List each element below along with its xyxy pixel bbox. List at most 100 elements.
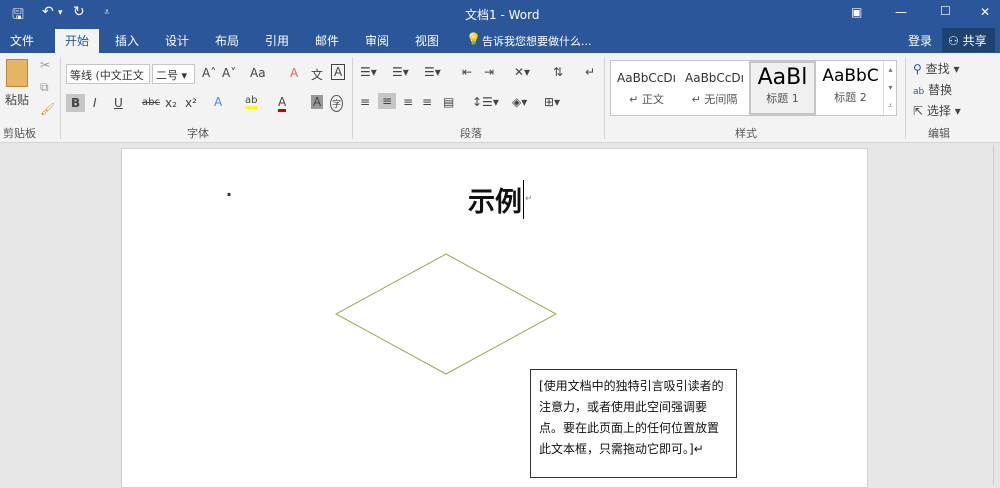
subscript-button[interactable]: x₂	[165, 96, 177, 110]
style-no-spacing[interactable]: AaBbCcDı ↵ 无间隔	[681, 61, 748, 115]
style-preview: AaBbCcDı	[617, 71, 676, 85]
numbering-button[interactable]: ☰▾	[392, 65, 409, 79]
redo-icon[interactable]: ↻	[73, 4, 85, 20]
borders-button[interactable]: ⊞▾	[544, 95, 560, 109]
tab-mailings[interactable]: 邮件	[315, 32, 339, 49]
style-heading-1[interactable]: AaBl 标题 1	[749, 61, 816, 115]
tab-file[interactable]: 文件	[10, 32, 34, 49]
select-label: 选择	[926, 104, 951, 118]
tab-references[interactable]: 引用	[265, 32, 289, 49]
multilevel-list-button[interactable]: ☰▾	[424, 65, 441, 79]
italic-button[interactable]: I	[93, 96, 97, 110]
select-button[interactable]: ⇱ 选择 ▾	[913, 102, 961, 119]
quote-text-box[interactable]: [使用文档中的独特引言吸引读者的注意力，或者使用此空间强调要点。要在此页面上的任…	[530, 369, 737, 478]
save-icon[interactable]: 🖫	[12, 4, 24, 28]
bold-button[interactable]: B	[66, 94, 86, 112]
shrink-font-button[interactable]: A˅	[222, 66, 236, 80]
minimize-button[interactable]: —	[895, 5, 907, 19]
enclose-characters-button[interactable]: 字	[330, 95, 344, 112]
underline-button[interactable]: U	[114, 96, 123, 110]
diamond-outline[interactable]	[334, 253, 558, 375]
align-left-button[interactable]: ≡	[360, 95, 370, 109]
vertical-scrollbar[interactable]	[993, 145, 1000, 485]
ribbon-home: 粘贴 ✂ ⧉ 🖌 剪贴板 等线 (中文正文 二号 ▾ A˄ A˅ Aa A 文 …	[0, 53, 1000, 143]
undo-icon[interactable]: ↶	[42, 4, 54, 20]
paste-icon[interactable]	[6, 59, 28, 87]
tab-home[interactable]: 开始	[55, 29, 100, 53]
tab-design[interactable]: 设计	[165, 32, 189, 49]
title-bar: 🖫 ↶ ▾ ↻ ⩡ 文档1 - Word ▣ — ☐ ✕	[0, 0, 1000, 27]
style-heading-2[interactable]: AaBbC 标题 2	[817, 61, 884, 115]
styles-scroll[interactable]: ▴ ▾ ⩡	[883, 61, 897, 115]
asian-layout-button[interactable]: ✕▾	[514, 65, 530, 79]
find-label: 查找	[925, 62, 950, 76]
style-normal[interactable]: AaBbCcDı ↵ 正文	[613, 61, 680, 115]
diamond-shape[interactable]	[334, 253, 558, 377]
window-title: 文档1 - Word	[465, 8, 540, 22]
customize-toolbar-icon[interactable]: ⩡	[104, 7, 110, 18]
increase-indent-button[interactable]: ⇥	[484, 65, 494, 79]
strikethrough-button[interactable]: abc	[142, 97, 160, 108]
phonetic-guide-button[interactable]: 文	[311, 66, 323, 83]
bullet-mark: ·	[226, 185, 233, 204]
align-right-button[interactable]: ≡	[403, 95, 413, 109]
character-border-button[interactable]: A	[331, 64, 346, 80]
font-name-select[interactable]: 等线 (中文正文	[66, 64, 150, 84]
tell-me-input[interactable]: 告诉我您想要做什么...	[482, 33, 592, 49]
tab-view[interactable]: 视图	[415, 32, 439, 49]
font-size-value: 二号	[156, 69, 178, 82]
share-button[interactable]: ⚇ 共享	[942, 28, 995, 52]
style-name: 标题 2	[834, 91, 867, 104]
text-box-content[interactable]: [使用文档中的独特引言吸引读者的注意力，或者使用此空间强调要点。要在此页面上的任…	[539, 379, 724, 456]
character-shading-button[interactable]: A	[311, 95, 324, 109]
divider	[352, 57, 353, 139]
show-marks-button[interactable]: ↵	[585, 65, 595, 79]
copy-icon[interactable]: ⧉	[40, 80, 49, 95]
tab-insert[interactable]: 插入	[115, 32, 139, 49]
justify-button[interactable]: ≡	[422, 95, 432, 109]
style-preview: AaBbCcDı	[685, 71, 744, 85]
document-page[interactable]: · 示例 ↵	[121, 148, 868, 488]
paragraph-group-label: 段落	[460, 127, 482, 140]
decrease-indent-button[interactable]: ⇤	[462, 65, 472, 79]
sort-button[interactable]: ⇅	[553, 65, 563, 79]
lightbulb-icon: 💡	[466, 32, 481, 46]
sign-in-link[interactable]: 登录	[908, 32, 932, 49]
find-button[interactable]: ⚲ 查找 ▾	[913, 60, 959, 77]
divider	[60, 57, 61, 139]
text-effects-button[interactable]: A	[214, 95, 222, 109]
ribbon-tabs: 文件 开始 插入 设计 布局 引用 邮件 审阅 视图 💡 告诉我您想要做什么..…	[0, 27, 1000, 53]
clipboard-group-label: 剪贴板	[3, 127, 36, 140]
tab-layout[interactable]: 布局	[215, 32, 239, 49]
grow-font-button[interactable]: A˄	[202, 66, 216, 80]
font-group-label: 字体	[187, 127, 209, 140]
style-name: 标题 1	[766, 92, 799, 105]
format-painter-icon[interactable]: 🖌	[40, 102, 55, 116]
replace-icon: ab	[913, 87, 925, 97]
shading-button[interactable]: ◈▾	[512, 95, 527, 109]
superscript-button[interactable]: x²	[185, 96, 197, 110]
line-spacing-button[interactable]: ↕☰▾	[472, 95, 499, 109]
clear-formatting-button[interactable]: A	[290, 66, 298, 80]
share-label: 共享	[962, 34, 987, 48]
paragraph-mark: ↵	[525, 194, 533, 204]
highlight-button[interactable]: ab	[245, 95, 258, 109]
style-name: ↵ 正文	[629, 93, 664, 106]
ribbon-display-options-icon[interactable]: ▣	[851, 5, 862, 19]
search-icon: ⚲	[913, 62, 922, 76]
maximize-button[interactable]: ☐	[940, 4, 951, 18]
tab-review[interactable]: 审阅	[365, 32, 389, 49]
editing-group-label: 编辑	[928, 127, 950, 140]
bullets-button[interactable]: ☰▾	[360, 65, 377, 79]
change-case-button[interactable]: Aa	[250, 66, 266, 80]
close-button[interactable]: ✕	[980, 5, 990, 19]
undo-dropdown-icon[interactable]: ▾	[58, 8, 63, 18]
replace-button[interactable]: ab 替换	[913, 81, 952, 98]
font-color-button[interactable]: A	[278, 95, 287, 112]
align-center-button[interactable]: ≡	[378, 93, 397, 109]
document-heading[interactable]: 示例	[468, 180, 524, 219]
paste-button[interactable]: 粘贴	[5, 91, 29, 108]
distributed-button[interactable]: ▤	[443, 95, 454, 109]
font-size-select[interactable]: 二号 ▾	[152, 64, 195, 84]
cut-icon[interactable]: ✂	[40, 58, 50, 72]
